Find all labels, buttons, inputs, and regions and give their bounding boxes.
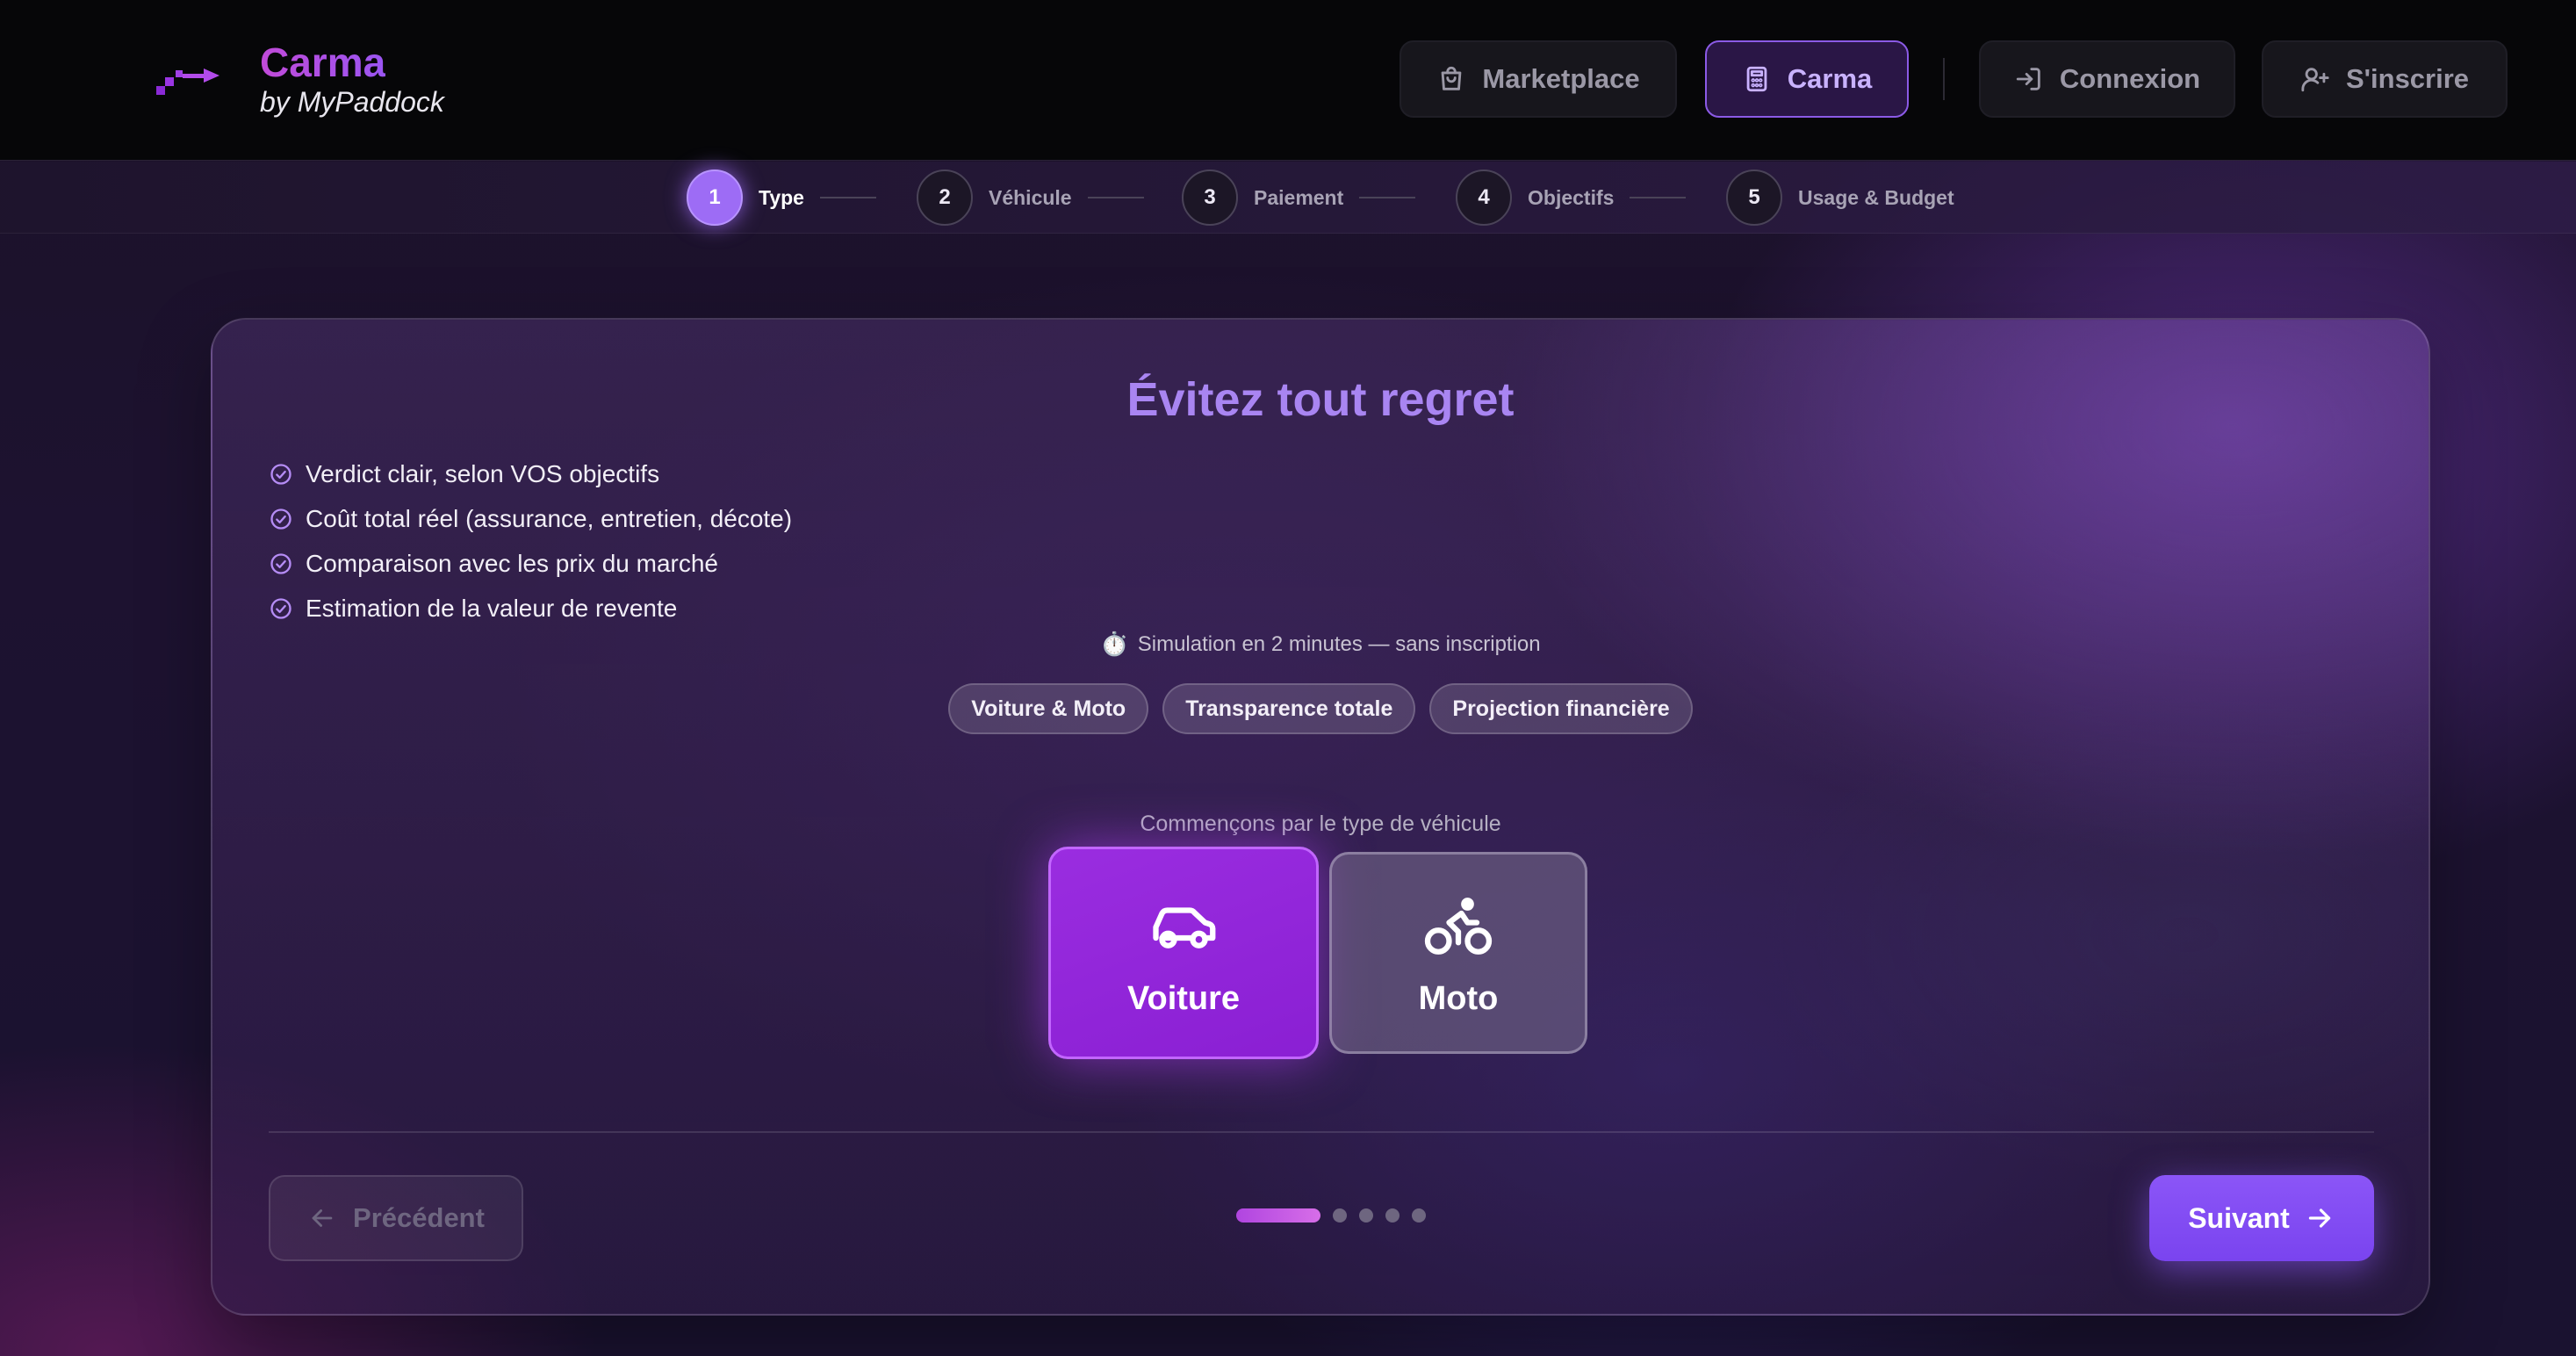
check-circle-icon (270, 463, 291, 485)
progress-dots (1236, 1208, 1426, 1223)
step-label: Type (759, 185, 804, 209)
step-type[interactable]: 1 Type (687, 169, 876, 227)
progress-dot (1412, 1208, 1426, 1223)
step-label: Usage & Budget (1798, 185, 1954, 209)
feature-item: Estimation de la valeur de revente (269, 586, 792, 631)
bike-icon (1424, 897, 1493, 955)
arrow-right-icon (2308, 1208, 2330, 1228)
pill-voiture-moto: Voiture & Moto (948, 683, 1149, 734)
progress-stepper: 1 Type 2 Véhicule 3 Paiement 4 Objectifs… (0, 162, 2576, 234)
nav-label: Carma (1787, 63, 1873, 94)
type-label: Moto (1418, 979, 1499, 1017)
simulation-note: ⏱️ Simulation en 2 minutes — sans inscri… (212, 631, 2428, 658)
calculator-icon (1746, 66, 1767, 92)
step-connector (1630, 197, 1687, 198)
step-number: 1 (687, 170, 743, 226)
car-icon (1153, 906, 1216, 948)
step-connector (1087, 197, 1144, 198)
top-header: Carma by MyPaddock Marketplace Carma Con… (0, 0, 2576, 161)
brand-subtitle: by MyPaddock (260, 86, 444, 118)
step-usage-budget[interactable]: 5 Usage & Budget (1726, 169, 1954, 227)
next-label: Suivant (2188, 1201, 2290, 1234)
step-number: 4 (1456, 170, 1512, 226)
step-paiement[interactable]: 3 Paiement (1182, 169, 1416, 227)
type-prompt: Commençons par le type de véhicule (1140, 811, 1501, 836)
progress-dot (1359, 1208, 1373, 1223)
user-plus-icon (2301, 68, 2329, 92)
check-circle-icon (270, 597, 291, 619)
previous-button[interactable]: Précédent (269, 1175, 523, 1261)
pill-projection: Projection financière (1429, 683, 1693, 734)
nav-signup-button[interactable]: S'inscrire (2262, 40, 2508, 118)
shopping-bag-icon (1442, 66, 1462, 90)
step-objectifs[interactable]: 4 Objectifs (1456, 169, 1687, 227)
feature-text: Comparaison avec les prix du marché (306, 549, 718, 577)
step-connector (1359, 197, 1416, 198)
arrow-left-icon (312, 1209, 333, 1227)
stopwatch-icon: ⏱️ (1100, 631, 1129, 657)
nav-carma-button[interactable]: Carma (1705, 40, 1909, 118)
nav-label: S'inscrire (2345, 63, 2470, 94)
step-connector (819, 197, 876, 198)
feature-text: Verdict clair, selon VOS objectifs (306, 459, 660, 487)
step-number: 3 (1182, 170, 1238, 226)
step-number: 2 (917, 170, 973, 226)
check-circle-icon (270, 552, 291, 574)
step-vehicule[interactable]: 2 Véhicule (917, 169, 1144, 227)
brand-name[interactable]: Carma (260, 39, 385, 86)
step-label: Objectifs (1528, 185, 1615, 209)
type-option-voiture[interactable]: Voiture (1048, 847, 1319, 1059)
pill-transparence: Transparence totale (1162, 683, 1416, 734)
logo-icon[interactable] (156, 61, 221, 97)
simulation-note-text: Simulation en 2 minutes — sans inscripti… (1137, 631, 1541, 656)
progress-dot (1385, 1208, 1400, 1223)
type-label: Voiture (1126, 979, 1241, 1017)
type-option-moto[interactable]: Moto (1329, 852, 1587, 1054)
login-icon (2016, 68, 2040, 90)
card-title: Évitez tout regret (1126, 373, 1515, 426)
feature-text: Coût total réel (assurance, entretien, d… (306, 504, 793, 532)
next-button[interactable]: Suivant (2149, 1175, 2374, 1261)
nav-label: Marketplace (1482, 63, 1640, 94)
step-label: Paiement (1254, 185, 1344, 209)
step-label: Véhicule (989, 185, 1072, 209)
check-circle-icon (270, 508, 291, 530)
feature-text: Estimation de la valeur de revente (306, 594, 678, 622)
feature-item: Coût total réel (assurance, entretien, d… (269, 496, 792, 541)
step-number: 5 (1726, 170, 1782, 226)
nav-connexion-button[interactable]: Connexion (1979, 40, 2235, 118)
card-divider (269, 1131, 2374, 1133)
nav-marketplace-button[interactable]: Marketplace (1400, 40, 1677, 118)
nav-divider (1943, 58, 1945, 100)
progress-dot-active (1236, 1208, 1320, 1223)
previous-label: Précédent (353, 1202, 485, 1233)
simulation-card: Évitez tout regret Verdict clair, selon … (211, 318, 2430, 1316)
progress-dot (1333, 1208, 1347, 1223)
feature-list: Verdict clair, selon VOS objectifs Coût … (269, 451, 792, 631)
feature-pills: Voiture & Moto Transparence totale Proje… (212, 683, 2428, 734)
feature-item: Verdict clair, selon VOS objectifs (269, 451, 792, 496)
feature-item: Comparaison avec les prix du marché (269, 541, 792, 586)
nav-label: Connexion (2059, 63, 2201, 94)
